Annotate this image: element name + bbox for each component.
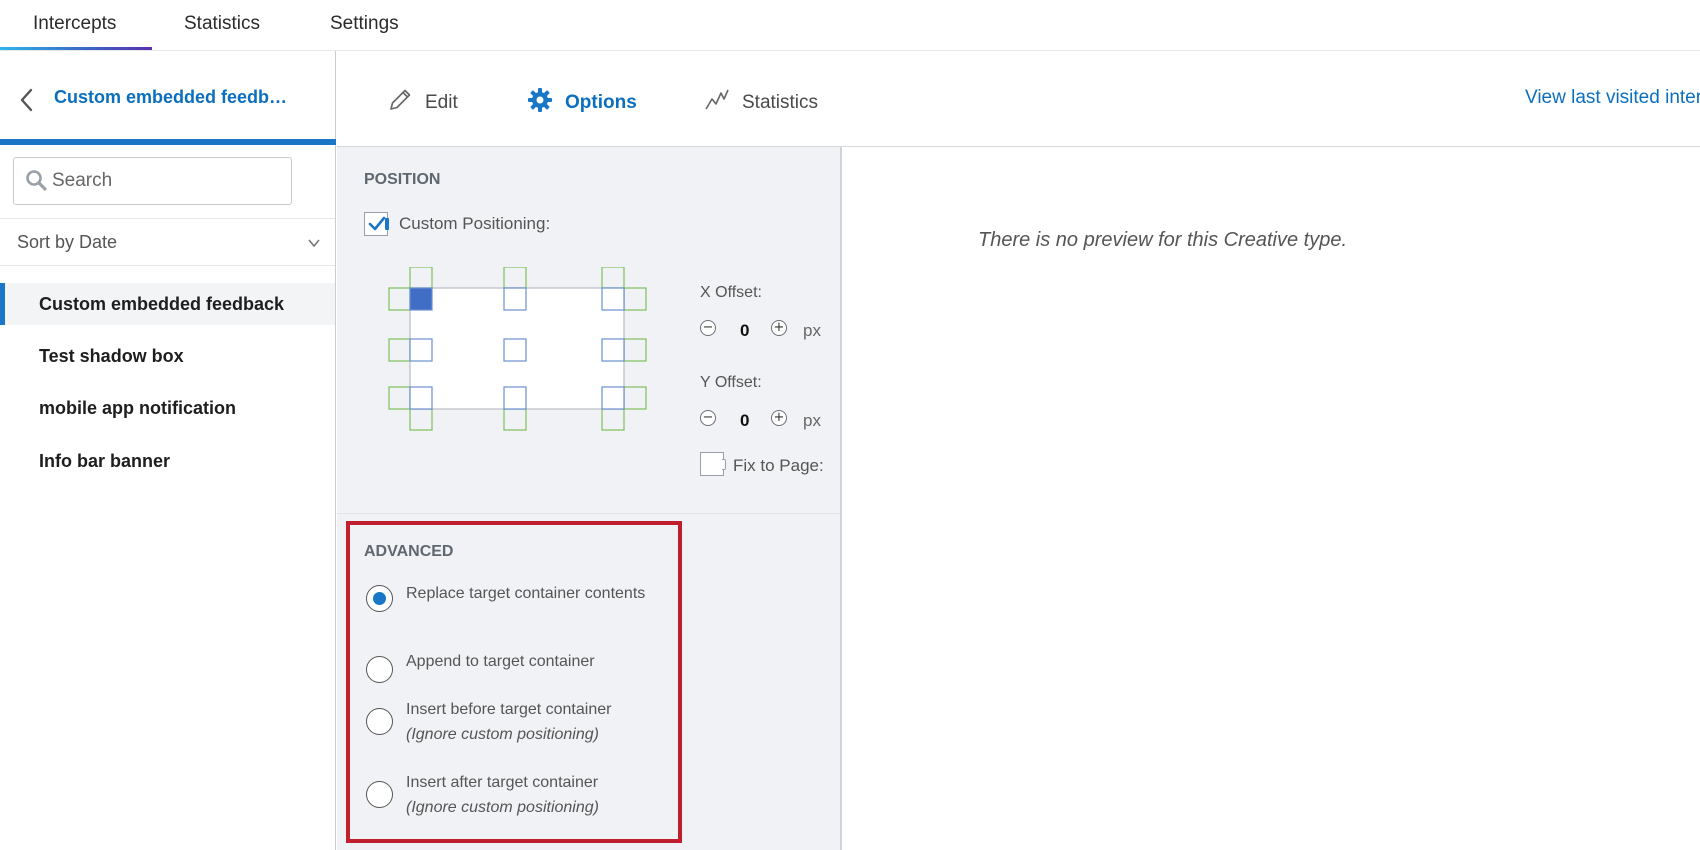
check-icon bbox=[368, 216, 386, 231]
radio-insert-after[interactable] bbox=[366, 781, 393, 808]
sort-dropdown[interactable]: Sort by Date bbox=[0, 218, 335, 266]
radio-insert-before-label: Insert before target container (Ignore cu… bbox=[406, 697, 676, 747]
option-text: Insert before target container bbox=[406, 701, 612, 718]
x-offset-increment-button[interactable]: + bbox=[771, 320, 787, 336]
fix-to-page-label: Fix to Page: bbox=[733, 456, 824, 475]
radio-append[interactable] bbox=[366, 656, 393, 683]
tab-intercepts[interactable]: Intercepts bbox=[33, 13, 116, 35]
tab-statistics-label: Statistics bbox=[742, 92, 819, 114]
y-offset-unit: px bbox=[803, 411, 821, 430]
custom-positioning-checkbox[interactable] bbox=[364, 212, 389, 236]
tab-edit[interactable]: Edit bbox=[387, 87, 458, 119]
sort-label: Sort by Date bbox=[17, 232, 118, 252]
pencil-icon bbox=[387, 87, 413, 119]
radio-insert-after-label: Insert after target container (Ignore cus… bbox=[406, 770, 676, 820]
active-tab-underline bbox=[0, 47, 152, 50]
list-item-test-shadow-box[interactable]: Test shadow box bbox=[0, 335, 335, 377]
y-offset-increment-button[interactable]: + bbox=[771, 410, 787, 426]
preview-pane: There is no preview for this Creative ty… bbox=[844, 147, 1700, 850]
list-item-custom-embedded-feedback[interactable]: Custom embedded feedback bbox=[0, 283, 335, 325]
option-text: Append to target container bbox=[406, 653, 595, 670]
x-offset-label: X Offset: bbox=[700, 284, 762, 301]
view-last-visited-link[interactable]: View last visited inter bbox=[1525, 87, 1700, 109]
tab-statistics-sub[interactable]: Statistics bbox=[704, 87, 818, 119]
content-header: Edit Options Statistics View last visite… bbox=[337, 51, 1700, 147]
no-preview-message: There is no preview for this Creative ty… bbox=[978, 229, 1348, 251]
list-item-info-bar-banner[interactable]: Info bar banner bbox=[0, 440, 335, 482]
checkbox-edge bbox=[722, 459, 726, 470]
search-icon bbox=[24, 168, 48, 192]
y-offset-value[interactable]: 0 bbox=[740, 411, 749, 431]
y-offset-decrement-button[interactable]: − bbox=[700, 410, 716, 426]
sidebar: Custom embedded feedb… Sort by Date Cust… bbox=[0, 51, 336, 850]
list-item-mobile-app-notification[interactable]: mobile app notification bbox=[0, 387, 335, 429]
option-note: (Ignore custom positioning) bbox=[406, 726, 599, 743]
tab-settings[interactable]: Settings bbox=[330, 13, 399, 35]
list-item-label: Custom embedded feedback bbox=[39, 294, 285, 314]
position-section-title: POSITION bbox=[364, 171, 441, 188]
active-item-accent bbox=[0, 283, 5, 325]
radio-append-label: Append to target container bbox=[406, 649, 676, 674]
search-input[interactable] bbox=[52, 164, 282, 198]
advanced-section: ADVANCED Replace target container conten… bbox=[346, 521, 682, 843]
tab-statistics[interactable]: Statistics bbox=[184, 13, 260, 35]
option-text: Replace target container contents bbox=[406, 585, 646, 602]
x-offset-decrement-button[interactable]: − bbox=[700, 320, 716, 336]
custom-positioning-label: Custom Positioning: bbox=[399, 214, 551, 233]
radio-selected-dot bbox=[373, 592, 386, 605]
options-panel: POSITION Custom Positioning: X Offset: −… bbox=[337, 147, 842, 850]
option-note: (Ignore custom positioning) bbox=[406, 799, 599, 816]
anchor-top-left-selected bbox=[409, 287, 433, 311]
search-box bbox=[13, 157, 292, 205]
x-offset-unit: px bbox=[803, 321, 821, 340]
radio-insert-before[interactable] bbox=[366, 708, 393, 735]
position-anchor-grid[interactable] bbox=[385, 267, 650, 437]
option-text: Insert after target container bbox=[406, 774, 599, 791]
trend-line-icon bbox=[704, 87, 730, 119]
tab-edit-label: Edit bbox=[425, 92, 458, 114]
tab-options[interactable]: Options bbox=[527, 87, 637, 119]
gear-icon bbox=[527, 87, 553, 119]
chevron-down-icon bbox=[307, 236, 321, 250]
radio-replace-contents[interactable] bbox=[366, 585, 393, 612]
section-divider bbox=[337, 513, 840, 514]
checkbox-edge-accent bbox=[385, 218, 389, 230]
y-offset-label: Y Offset: bbox=[700, 374, 762, 391]
top-tab-bar: Intercepts Statistics Settings bbox=[0, 0, 1700, 51]
list-item-label: Info bar banner bbox=[39, 451, 171, 471]
list-item-label: mobile app notification bbox=[39, 398, 236, 418]
list-item-label: Test shadow box bbox=[39, 346, 184, 366]
radio-replace-contents-label: Replace target container contents bbox=[406, 581, 676, 606]
x-offset-value[interactable]: 0 bbox=[740, 321, 749, 341]
sidebar-header: Custom embedded feedb… bbox=[0, 51, 336, 145]
intercept-title: Custom embedded feedb… bbox=[54, 87, 288, 107]
fix-to-page-checkbox[interactable] bbox=[700, 452, 726, 476]
tab-options-label: Options bbox=[565, 92, 637, 114]
advanced-section-title: ADVANCED bbox=[364, 543, 454, 560]
sidebar-header-bar bbox=[0, 139, 336, 145]
back-chevron-icon[interactable] bbox=[16, 87, 38, 113]
